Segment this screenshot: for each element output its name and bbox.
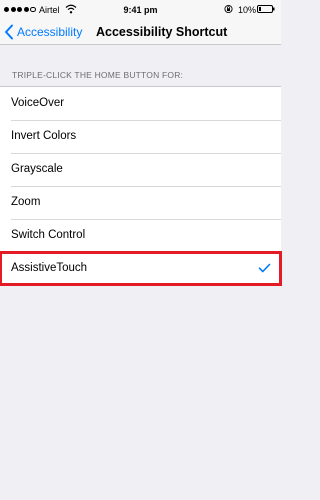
option-label: AssistiveTouch (11, 262, 88, 274)
navigation-bar: Accessibility Accessibility Shortcut (0, 20, 281, 45)
option-grayscale[interactable]: Grayscale (0, 153, 281, 186)
options-list: VoiceOver Invert Colors Grayscale Zoom S… (0, 86, 282, 286)
back-button[interactable]: Accessibility (4, 22, 82, 42)
rotation-lock-icon (224, 4, 233, 14)
option-switch-control[interactable]: Switch Control (0, 219, 281, 252)
option-label: Grayscale (11, 163, 63, 175)
option-voiceover[interactable]: VoiceOver (0, 87, 281, 120)
checkmark-icon (258, 263, 271, 273)
status-bar: Airtel 9:41 pm 10% (0, 0, 281, 20)
option-label: Zoom (11, 196, 41, 208)
back-button-label: Accessibility (17, 25, 83, 39)
page-title: Accessibility Shortcut (96, 25, 228, 39)
option-label: Switch Control (11, 229, 86, 241)
battery-icon (257, 5, 275, 13)
option-label: Invert Colors (11, 130, 77, 142)
option-label: VoiceOver (11, 97, 65, 109)
option-assistivetouch[interactable]: AssistiveTouch (0, 251, 282, 286)
section-header: TRIPLE-CLICK THE HOME BUTTON FOR: (12, 70, 184, 80)
battery-percentage: 10% (238, 5, 257, 15)
option-invert-colors[interactable]: Invert Colors (0, 120, 281, 153)
chevron-left-icon (5, 24, 13, 40)
option-zoom[interactable]: Zoom (0, 186, 281, 219)
